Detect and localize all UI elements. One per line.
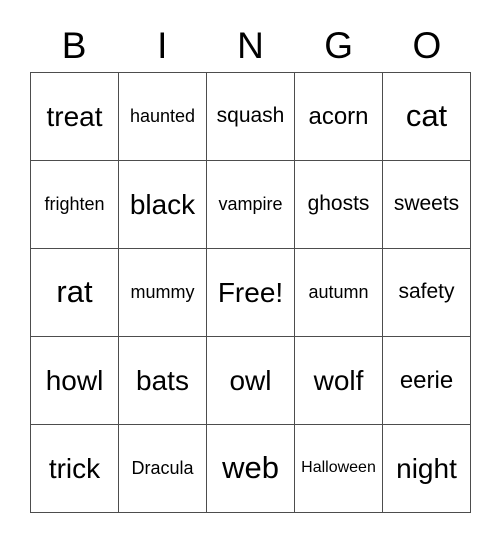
bingo-cell-label: web	[222, 450, 279, 486]
bingo-cell-n2[interactable]: vampire	[207, 161, 295, 249]
bingo-cell-label: bats	[136, 364, 189, 396]
bingo-cell-o1[interactable]: cat	[383, 73, 471, 161]
bingo-cell-label: night	[396, 452, 457, 484]
bingo-cell-label: Halloween	[301, 459, 376, 477]
bingo-cell-o5[interactable]: night	[383, 425, 471, 513]
bingo-cell-o3[interactable]: safety	[383, 249, 471, 337]
free-space-label: Free!	[217, 276, 284, 308]
bingo-cell-label: frighten	[44, 194, 105, 215]
bingo-cell-b3[interactable]: rat	[31, 249, 119, 337]
bingo-cell-n5[interactable]: web	[207, 425, 295, 513]
bingo-cell-g3[interactable]: autumn	[295, 249, 383, 337]
bingo-grid: treat haunted squash acorn cat frighten …	[30, 72, 471, 513]
bingo-cell-i5[interactable]: Dracula	[119, 425, 207, 513]
bingo-cell-label: vampire	[218, 194, 283, 215]
bingo-cell-label: sweets	[393, 192, 460, 216]
bingo-cell-i4[interactable]: bats	[119, 337, 207, 425]
bingo-cell-label: trick	[48, 452, 101, 484]
header-letter-b: B	[61, 24, 87, 66]
bingo-cell-i2[interactable]: black	[119, 161, 207, 249]
bingo-cell-n1[interactable]: squash	[207, 73, 295, 161]
bingo-cell-label: owl	[229, 364, 272, 396]
bingo-card: B I N G O treat haunted squash acorn cat…	[0, 0, 500, 544]
bingo-cell-o4[interactable]: eerie	[383, 337, 471, 425]
bingo-cell-label: autumn	[308, 282, 369, 303]
bingo-header-row: B I N G O	[30, 18, 471, 72]
bingo-cell-n4[interactable]: owl	[207, 337, 295, 425]
bingo-cell-label: eerie	[399, 366, 454, 394]
bingo-cell-b1[interactable]: treat	[31, 73, 119, 161]
header-letter-o: O	[412, 24, 442, 66]
bingo-cell-g2[interactable]: ghosts	[295, 161, 383, 249]
bingo-cell-label: mummy	[130, 282, 195, 303]
bingo-cell-b4[interactable]: howl	[31, 337, 119, 425]
bingo-cell-g5[interactable]: Halloween	[295, 425, 383, 513]
bingo-cell-free-space[interactable]: Free!	[207, 249, 295, 337]
bingo-cell-label: squash	[216, 104, 285, 128]
bingo-cell-g4[interactable]: wolf	[295, 337, 383, 425]
bingo-cell-label: Dracula	[131, 458, 194, 479]
bingo-cell-label: treat	[46, 100, 103, 132]
bingo-cell-label: safety	[398, 280, 455, 304]
bingo-cell-label: howl	[45, 364, 104, 396]
bingo-cell-i3[interactable]: mummy	[119, 249, 207, 337]
bingo-cell-o2[interactable]: sweets	[383, 161, 471, 249]
bingo-cell-label: black	[129, 188, 196, 220]
bingo-cell-g1[interactable]: acorn	[295, 73, 383, 161]
header-letter-i: I	[157, 24, 168, 66]
bingo-cell-label: ghosts	[307, 192, 370, 216]
bingo-cell-label: haunted	[129, 106, 196, 127]
header-letter-n: N	[237, 24, 264, 66]
bingo-cell-label: acorn	[308, 102, 369, 130]
header-letter-g: G	[324, 24, 354, 66]
bingo-cell-label: rat	[56, 274, 93, 310]
bingo-cell-label: cat	[405, 98, 448, 134]
bingo-cell-b2[interactable]: frighten	[31, 161, 119, 249]
bingo-cell-label: wolf	[313, 364, 364, 396]
bingo-cell-b5[interactable]: trick	[31, 425, 119, 513]
bingo-cell-i1[interactable]: haunted	[119, 73, 207, 161]
